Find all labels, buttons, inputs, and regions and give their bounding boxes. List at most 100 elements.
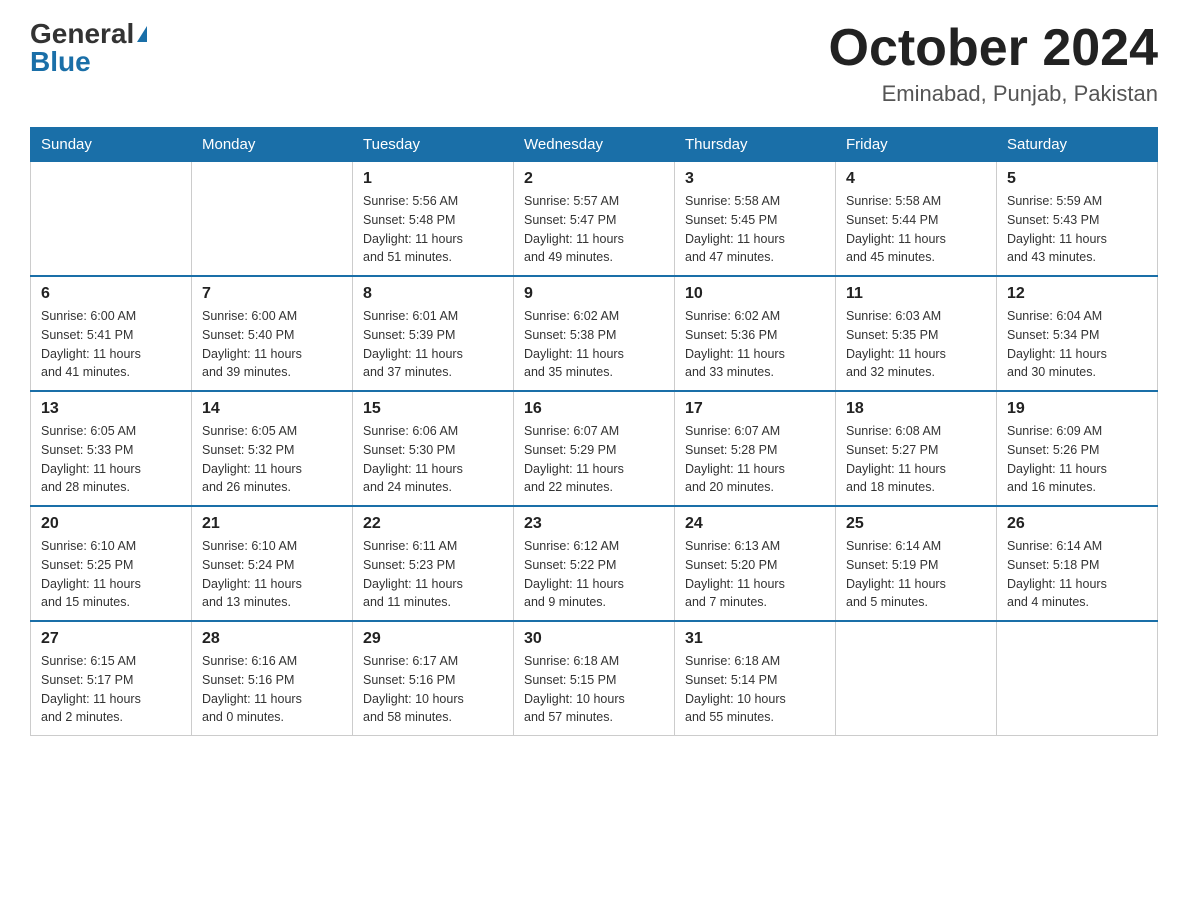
day-number: 1 [363,170,503,188]
day-info: Sunrise: 6:00 AM Sunset: 5:41 PM Dayligh… [41,307,181,382]
day-info: Sunrise: 6:10 AM Sunset: 5:25 PM Dayligh… [41,537,181,612]
calendar-day-cell: 11 Sunrise: 6:03 AM Sunset: 5:35 PM Dayli… [836,276,997,391]
calendar-day-cell: 5Sunrise: 5:59 AM Sunset: 5:43 PM Daylig… [997,162,1158,277]
calendar-header-thursday: Thursday [675,128,836,162]
calendar-day-cell: 2Sunrise: 5:57 AM Sunset: 5:47 PM Daylig… [514,162,675,277]
day-info: Sunrise: 6:04 AM Sunset: 5:34 PM Dayligh… [1007,307,1147,382]
calendar-table: SundayMondayTuesdayWednesdayThursdayFrid… [30,127,1158,736]
calendar-week-row: 13 Sunrise: 6:05 AM Sunset: 5:33 PM Dayli… [31,391,1158,506]
day-number: 12 [1007,285,1147,303]
calendar-week-row: 27Sunrise: 6:15 AM Sunset: 5:17 PM Dayli… [31,621,1158,736]
day-info: Sunrise: 6:02 AM Sunset: 5:38 PM Dayligh… [524,307,664,382]
calendar-day-cell: 14 Sunrise: 6:05 AM Sunset: 5:32 PM Dayli… [192,391,353,506]
day-info: Sunrise: 6:09 AM Sunset: 5:26 PM Dayligh… [1007,422,1147,497]
calendar-day-cell: 4Sunrise: 5:58 AM Sunset: 5:44 PM Daylig… [836,162,997,277]
day-info: Sunrise: 5:59 AM Sunset: 5:43 PM Dayligh… [1007,192,1147,267]
day-info: Sunrise: 6:18 AM Sunset: 5:14 PM Dayligh… [685,652,825,727]
calendar-day-cell: 15 Sunrise: 6:06 AM Sunset: 5:30 PM Dayli… [353,391,514,506]
calendar-day-cell: 25 Sunrise: 6:14 AM Sunset: 5:19 PM Dayli… [836,506,997,621]
day-number: 7 [202,285,342,303]
day-number: 3 [685,170,825,188]
calendar-day-cell: 17 Sunrise: 6:07 AM Sunset: 5:28 PM Dayli… [675,391,836,506]
day-info: Sunrise: 6:17 AM Sunset: 5:16 PM Dayligh… [363,652,503,727]
day-number: 17 [685,400,825,418]
logo-blue-text: Blue [30,48,91,76]
title-block: October 2024 Eminabad, Punjab, Pakistan [829,20,1159,107]
calendar-header-sunday: Sunday [31,128,192,162]
calendar-day-cell: 19 Sunrise: 6:09 AM Sunset: 5:26 PM Dayli… [997,391,1158,506]
day-number: 31 [685,630,825,648]
day-info: Sunrise: 6:06 AM Sunset: 5:30 PM Dayligh… [363,422,503,497]
day-info: Sunrise: 6:15 AM Sunset: 5:17 PM Dayligh… [41,652,181,727]
calendar-day-cell: 30Sunrise: 6:18 AM Sunset: 5:15 PM Dayli… [514,621,675,736]
calendar-header-saturday: Saturday [997,128,1158,162]
day-number: 24 [685,515,825,533]
day-info: Sunrise: 6:03 AM Sunset: 5:35 PM Dayligh… [846,307,986,382]
calendar-day-cell: 28Sunrise: 6:16 AM Sunset: 5:16 PM Dayli… [192,621,353,736]
logo-triangle-icon [137,26,147,42]
day-info: Sunrise: 5:58 AM Sunset: 5:44 PM Dayligh… [846,192,986,267]
calendar-day-cell: 20 Sunrise: 6:10 AM Sunset: 5:25 PM Dayli… [31,506,192,621]
calendar-day-cell: 26 Sunrise: 6:14 AM Sunset: 5:18 PM Dayli… [997,506,1158,621]
calendar-day-cell [836,621,997,736]
calendar-week-row: 20 Sunrise: 6:10 AM Sunset: 5:25 PM Dayli… [31,506,1158,621]
calendar-day-cell: 3 Sunrise: 5:58 AM Sunset: 5:45 PM Daylig… [675,162,836,277]
location: Eminabad, Punjab, Pakistan [829,81,1159,107]
day-info: Sunrise: 6:07 AM Sunset: 5:29 PM Dayligh… [524,422,664,497]
day-number: 21 [202,515,342,533]
day-info: Sunrise: 6:14 AM Sunset: 5:19 PM Dayligh… [846,537,986,612]
day-number: 15 [363,400,503,418]
day-info: Sunrise: 6:13 AM Sunset: 5:20 PM Dayligh… [685,537,825,612]
day-number: 23 [524,515,664,533]
day-info: Sunrise: 6:14 AM Sunset: 5:18 PM Dayligh… [1007,537,1147,612]
calendar-header-row: SundayMondayTuesdayWednesdayThursdayFrid… [31,128,1158,162]
day-info: Sunrise: 6:00 AM Sunset: 5:40 PM Dayligh… [202,307,342,382]
day-info: Sunrise: 5:56 AM Sunset: 5:48 PM Dayligh… [363,192,503,267]
day-number: 22 [363,515,503,533]
calendar-day-cell: 9Sunrise: 6:02 AM Sunset: 5:38 PM Daylig… [514,276,675,391]
calendar-day-cell: 16Sunrise: 6:07 AM Sunset: 5:29 PM Dayli… [514,391,675,506]
day-number: 25 [846,515,986,533]
day-info: Sunrise: 6:07 AM Sunset: 5:28 PM Dayligh… [685,422,825,497]
calendar-day-cell: 8 Sunrise: 6:01 AM Sunset: 5:39 PM Daylig… [353,276,514,391]
day-number: 20 [41,515,181,533]
calendar-day-cell: 31 Sunrise: 6:18 AM Sunset: 5:14 PM Dayli… [675,621,836,736]
calendar-day-cell [31,162,192,277]
day-number: 26 [1007,515,1147,533]
day-number: 19 [1007,400,1147,418]
logo: General Blue [30,20,147,76]
day-info: Sunrise: 6:05 AM Sunset: 5:33 PM Dayligh… [41,422,181,497]
calendar-day-cell: 27Sunrise: 6:15 AM Sunset: 5:17 PM Dayli… [31,621,192,736]
calendar-day-cell: 7 Sunrise: 6:00 AM Sunset: 5:40 PM Daylig… [192,276,353,391]
day-info: Sunrise: 6:02 AM Sunset: 5:36 PM Dayligh… [685,307,825,382]
calendar-day-cell [997,621,1158,736]
day-number: 11 [846,285,986,303]
calendar-header-friday: Friday [836,128,997,162]
day-number: 30 [524,630,664,648]
calendar-day-cell: 23 Sunrise: 6:12 AM Sunset: 5:22 PM Dayli… [514,506,675,621]
calendar-day-cell: 1 Sunrise: 5:56 AM Sunset: 5:48 PM Daylig… [353,162,514,277]
day-number: 29 [363,630,503,648]
day-number: 8 [363,285,503,303]
day-number: 13 [41,400,181,418]
day-info: Sunrise: 6:01 AM Sunset: 5:39 PM Dayligh… [363,307,503,382]
day-info: Sunrise: 6:08 AM Sunset: 5:27 PM Dayligh… [846,422,986,497]
day-info: Sunrise: 6:12 AM Sunset: 5:22 PM Dayligh… [524,537,664,612]
day-info: Sunrise: 6:10 AM Sunset: 5:24 PM Dayligh… [202,537,342,612]
day-info: Sunrise: 6:16 AM Sunset: 5:16 PM Dayligh… [202,652,342,727]
calendar-day-cell: 29 Sunrise: 6:17 AM Sunset: 5:16 PM Dayli… [353,621,514,736]
calendar-day-cell: 24 Sunrise: 6:13 AM Sunset: 5:20 PM Dayli… [675,506,836,621]
calendar-day-cell: 13 Sunrise: 6:05 AM Sunset: 5:33 PM Dayli… [31,391,192,506]
day-number: 14 [202,400,342,418]
logo-general-text: General [30,20,134,48]
day-info: Sunrise: 5:58 AM Sunset: 5:45 PM Dayligh… [685,192,825,267]
day-number: 18 [846,400,986,418]
calendar-header-monday: Monday [192,128,353,162]
calendar-header-wednesday: Wednesday [514,128,675,162]
day-info: Sunrise: 6:05 AM Sunset: 5:32 PM Dayligh… [202,422,342,497]
month-title: October 2024 [829,20,1159,77]
calendar-header-tuesday: Tuesday [353,128,514,162]
calendar-day-cell: 22 Sunrise: 6:11 AM Sunset: 5:23 PM Dayli… [353,506,514,621]
day-info: Sunrise: 6:11 AM Sunset: 5:23 PM Dayligh… [363,537,503,612]
calendar-week-row: 1 Sunrise: 5:56 AM Sunset: 5:48 PM Daylig… [31,162,1158,277]
